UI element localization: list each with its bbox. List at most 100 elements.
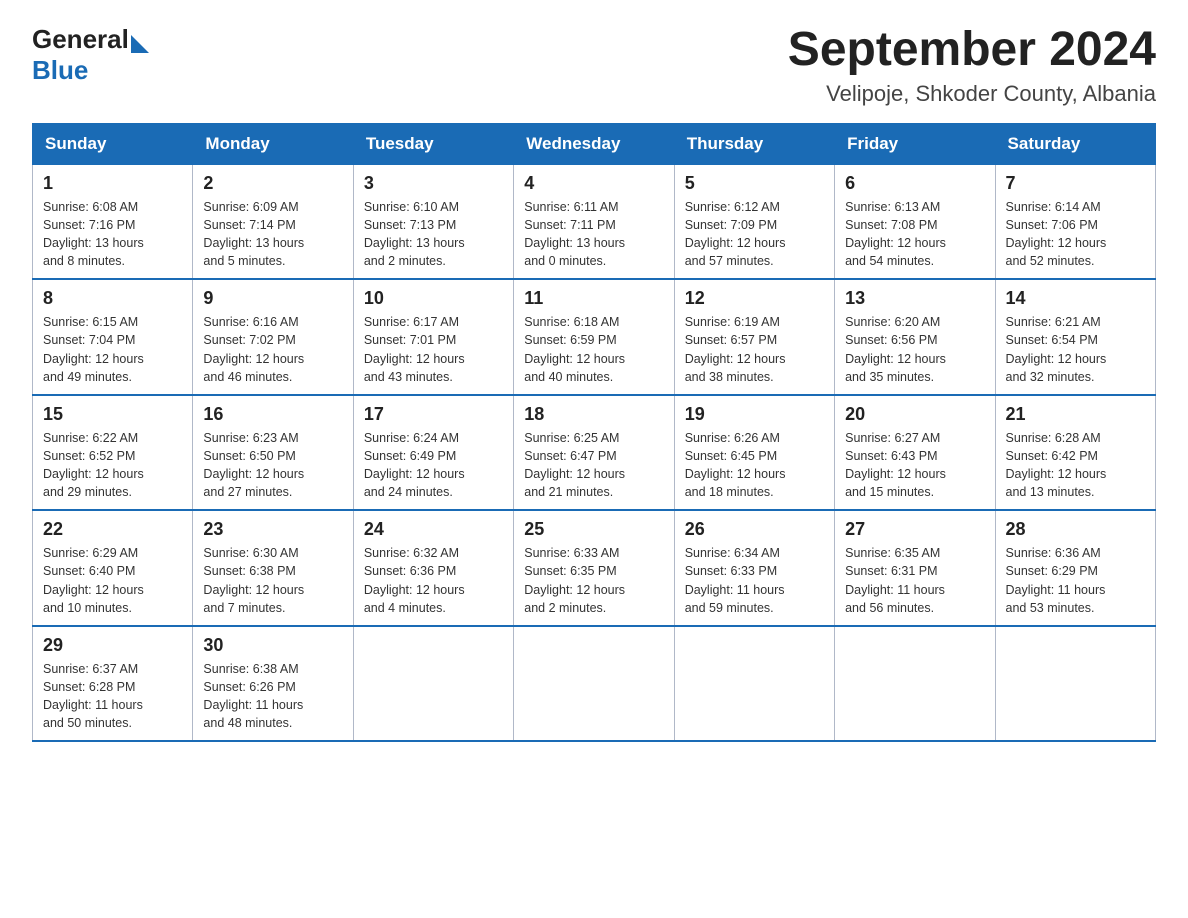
calendar-cell: 17Sunrise: 6:24 AM Sunset: 6:49 PM Dayli… xyxy=(353,395,513,511)
calendar-table: SundayMondayTuesdayWednesdayThursdayFrid… xyxy=(32,123,1156,743)
day-info: Sunrise: 6:18 AM Sunset: 6:59 PM Dayligh… xyxy=(524,313,663,386)
day-info: Sunrise: 6:14 AM Sunset: 7:06 PM Dayligh… xyxy=(1006,198,1145,271)
page-header: General Blue September 2024 Velipoje, Sh… xyxy=(32,24,1156,107)
day-number: 1 xyxy=(43,173,182,194)
calendar-week-row: 29 Sunrise: 6:37 AM Sunset: 6:28 PM Dayli… xyxy=(33,626,1156,742)
calendar-cell xyxy=(674,626,834,742)
day-info: Sunrise: 6:23 AM Sunset: 6:50 PM Dayligh… xyxy=(203,429,342,502)
day-info: Sunrise: 6:09 AM Sunset: 7:14 PM Dayligh… xyxy=(203,198,342,271)
calendar-cell: 20 Sunrise: 6:27 AM Sunset: 6:43 PM Dayli… xyxy=(835,395,995,511)
day-number: 4 xyxy=(524,173,663,194)
day-info: Sunrise: 6:35 AM Sunset: 6:31 PM Dayligh… xyxy=(845,544,984,617)
day-number: 19 xyxy=(685,404,824,425)
column-header-monday: Monday xyxy=(193,123,353,164)
title-block: September 2024 Velipoje, Shkoder County,… xyxy=(788,24,1156,107)
calendar-cell: 23Sunrise: 6:30 AM Sunset: 6:38 PM Dayli… xyxy=(193,510,353,626)
column-header-wednesday: Wednesday xyxy=(514,123,674,164)
day-info: Sunrise: 6:21 AM Sunset: 6:54 PM Dayligh… xyxy=(1006,313,1145,386)
calendar-header-row: SundayMondayTuesdayWednesdayThursdayFrid… xyxy=(33,123,1156,164)
calendar-cell: 7 Sunrise: 6:14 AM Sunset: 7:06 PM Daylig… xyxy=(995,164,1155,279)
day-info: Sunrise: 6:12 AM Sunset: 7:09 PM Dayligh… xyxy=(685,198,824,271)
calendar-week-row: 22 Sunrise: 6:29 AM Sunset: 6:40 PM Dayli… xyxy=(33,510,1156,626)
calendar-cell: 10 Sunrise: 6:17 AM Sunset: 7:01 PM Dayli… xyxy=(353,279,513,395)
day-number: 24 xyxy=(364,519,503,540)
day-info: Sunrise: 6:25 AM Sunset: 6:47 PM Dayligh… xyxy=(524,429,663,502)
calendar-cell: 30 Sunrise: 6:38 AM Sunset: 6:26 PM Dayli… xyxy=(193,626,353,742)
day-number: 9 xyxy=(203,288,342,309)
calendar-cell: 1 Sunrise: 6:08 AM Sunset: 7:16 PM Daylig… xyxy=(33,164,193,279)
day-number: 16 xyxy=(203,404,342,425)
day-number: 15 xyxy=(43,404,182,425)
calendar-cell: 21 Sunrise: 6:28 AM Sunset: 6:42 PM Dayli… xyxy=(995,395,1155,511)
calendar-cell xyxy=(995,626,1155,742)
day-number: 21 xyxy=(1006,404,1145,425)
day-number: 5 xyxy=(685,173,824,194)
day-info: Sunrise: 6:11 AM Sunset: 7:11 PM Dayligh… xyxy=(524,198,663,271)
day-info: Sunrise: 6:15 AM Sunset: 7:04 PM Dayligh… xyxy=(43,313,182,386)
day-number: 7 xyxy=(1006,173,1145,194)
calendar-cell: 8Sunrise: 6:15 AM Sunset: 7:04 PM Daylig… xyxy=(33,279,193,395)
calendar-cell xyxy=(514,626,674,742)
day-number: 20 xyxy=(845,404,984,425)
day-info: Sunrise: 6:27 AM Sunset: 6:43 PM Dayligh… xyxy=(845,429,984,502)
day-number: 14 xyxy=(1006,288,1145,309)
day-info: Sunrise: 6:10 AM Sunset: 7:13 PM Dayligh… xyxy=(364,198,503,271)
calendar-week-row: 1 Sunrise: 6:08 AM Sunset: 7:16 PM Daylig… xyxy=(33,164,1156,279)
day-number: 29 xyxy=(43,635,182,656)
day-number: 30 xyxy=(203,635,342,656)
calendar-cell: 11 Sunrise: 6:18 AM Sunset: 6:59 PM Dayli… xyxy=(514,279,674,395)
calendar-cell: 15 Sunrise: 6:22 AM Sunset: 6:52 PM Dayli… xyxy=(33,395,193,511)
column-header-friday: Friday xyxy=(835,123,995,164)
day-info: Sunrise: 6:22 AM Sunset: 6:52 PM Dayligh… xyxy=(43,429,182,502)
day-number: 13 xyxy=(845,288,984,309)
day-info: Sunrise: 6:38 AM Sunset: 6:26 PM Dayligh… xyxy=(203,660,342,733)
calendar-cell: 22 Sunrise: 6:29 AM Sunset: 6:40 PM Dayli… xyxy=(33,510,193,626)
day-info: Sunrise: 6:17 AM Sunset: 7:01 PM Dayligh… xyxy=(364,313,503,386)
day-number: 22 xyxy=(43,519,182,540)
logo-arrow-icon xyxy=(131,35,149,53)
day-info: Sunrise: 6:36 AM Sunset: 6:29 PM Dayligh… xyxy=(1006,544,1145,617)
day-number: 25 xyxy=(524,519,663,540)
day-info: Sunrise: 6:32 AM Sunset: 6:36 PM Dayligh… xyxy=(364,544,503,617)
day-info: Sunrise: 6:37 AM Sunset: 6:28 PM Dayligh… xyxy=(43,660,182,733)
calendar-cell: 29 Sunrise: 6:37 AM Sunset: 6:28 PM Dayli… xyxy=(33,626,193,742)
calendar-cell: 19Sunrise: 6:26 AM Sunset: 6:45 PM Dayli… xyxy=(674,395,834,511)
calendar-cell: 26 Sunrise: 6:34 AM Sunset: 6:33 PM Dayli… xyxy=(674,510,834,626)
day-info: Sunrise: 6:08 AM Sunset: 7:16 PM Dayligh… xyxy=(43,198,182,271)
day-info: Sunrise: 6:29 AM Sunset: 6:40 PM Dayligh… xyxy=(43,544,182,617)
calendar-cell: 25 Sunrise: 6:33 AM Sunset: 6:35 PM Dayli… xyxy=(514,510,674,626)
calendar-cell: 28Sunrise: 6:36 AM Sunset: 6:29 PM Dayli… xyxy=(995,510,1155,626)
day-number: 3 xyxy=(364,173,503,194)
day-number: 10 xyxy=(364,288,503,309)
day-number: 11 xyxy=(524,288,663,309)
day-info: Sunrise: 6:34 AM Sunset: 6:33 PM Dayligh… xyxy=(685,544,824,617)
day-number: 26 xyxy=(685,519,824,540)
day-info: Sunrise: 6:16 AM Sunset: 7:02 PM Dayligh… xyxy=(203,313,342,386)
day-info: Sunrise: 6:13 AM Sunset: 7:08 PM Dayligh… xyxy=(845,198,984,271)
calendar-cell: 13Sunrise: 6:20 AM Sunset: 6:56 PM Dayli… xyxy=(835,279,995,395)
calendar-cell: 9 Sunrise: 6:16 AM Sunset: 7:02 PM Daylig… xyxy=(193,279,353,395)
logo: General Blue xyxy=(32,24,149,86)
calendar-cell: 5 Sunrise: 6:12 AM Sunset: 7:09 PM Daylig… xyxy=(674,164,834,279)
calendar-cell: 3 Sunrise: 6:10 AM Sunset: 7:13 PM Daylig… xyxy=(353,164,513,279)
calendar-cell: 12 Sunrise: 6:19 AM Sunset: 6:57 PM Dayli… xyxy=(674,279,834,395)
calendar-week-row: 15 Sunrise: 6:22 AM Sunset: 6:52 PM Dayli… xyxy=(33,395,1156,511)
calendar-cell xyxy=(835,626,995,742)
day-number: 12 xyxy=(685,288,824,309)
column-header-thursday: Thursday xyxy=(674,123,834,164)
calendar-cell xyxy=(353,626,513,742)
calendar-cell: 4 Sunrise: 6:11 AM Sunset: 7:11 PM Daylig… xyxy=(514,164,674,279)
day-number: 6 xyxy=(845,173,984,194)
day-number: 18 xyxy=(524,404,663,425)
day-info: Sunrise: 6:28 AM Sunset: 6:42 PM Dayligh… xyxy=(1006,429,1145,502)
column-header-saturday: Saturday xyxy=(995,123,1155,164)
day-info: Sunrise: 6:19 AM Sunset: 6:57 PM Dayligh… xyxy=(685,313,824,386)
calendar-cell: 2 Sunrise: 6:09 AM Sunset: 7:14 PM Daylig… xyxy=(193,164,353,279)
calendar-week-row: 8Sunrise: 6:15 AM Sunset: 7:04 PM Daylig… xyxy=(33,279,1156,395)
day-info: Sunrise: 6:33 AM Sunset: 6:35 PM Dayligh… xyxy=(524,544,663,617)
logo-blue-text: Blue xyxy=(32,55,88,85)
day-number: 2 xyxy=(203,173,342,194)
day-number: 23 xyxy=(203,519,342,540)
day-number: 17 xyxy=(364,404,503,425)
calendar-cell: 27Sunrise: 6:35 AM Sunset: 6:31 PM Dayli… xyxy=(835,510,995,626)
